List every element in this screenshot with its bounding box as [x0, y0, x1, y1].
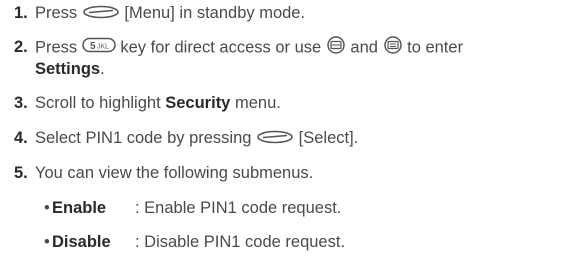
submenu-term: Disable: [52, 233, 111, 251]
bullet: •: [44, 199, 50, 217]
security-label: Security: [165, 94, 231, 112]
step-number: 2.: [14, 38, 28, 56]
step-text: key for direct access or use: [120, 38, 322, 57]
svg-text:5: 5: [90, 41, 96, 52]
submenu-term: Enable: [52, 199, 107, 217]
key-5-icon: 5 JKL: [82, 37, 116, 59]
step-text: and: [350, 38, 378, 57]
step-number: 3.: [14, 94, 28, 112]
nav-right-icon: [383, 36, 403, 60]
nav-left-icon: [326, 36, 346, 60]
submenu-description: : Enable PIN1 code request.: [135, 199, 342, 217]
step-text: [Select].: [298, 129, 359, 147]
step-number: 5.: [14, 164, 28, 182]
soft-key-icon: [256, 128, 294, 150]
soft-key-icon: [82, 3, 120, 25]
submenu-description: : Disable PIN1 code request.: [135, 233, 346, 251]
step-text: Scroll to highlight: [35, 94, 161, 112]
step-text: [Menu] in standby mode.: [124, 4, 306, 22]
step-text: Press: [35, 4, 78, 22]
step-text: Select PIN1 code by pressing: [35, 129, 252, 147]
step-text: You can view the following submenus.: [35, 164, 314, 182]
settings-label: Settings: [35, 60, 101, 78]
step-text: Press: [35, 38, 78, 57]
instruction-list: 1. Press [Menu] in standby mode. 2. Pres…: [14, 3, 464, 251]
bullet: •: [44, 233, 50, 251]
step-text: menu.: [234, 94, 281, 112]
step-number: 4.: [14, 129, 28, 147]
svg-text:JKL: JKL: [97, 44, 109, 51]
step-number: 1.: [14, 4, 28, 22]
step-text: to enter: [407, 38, 464, 57]
